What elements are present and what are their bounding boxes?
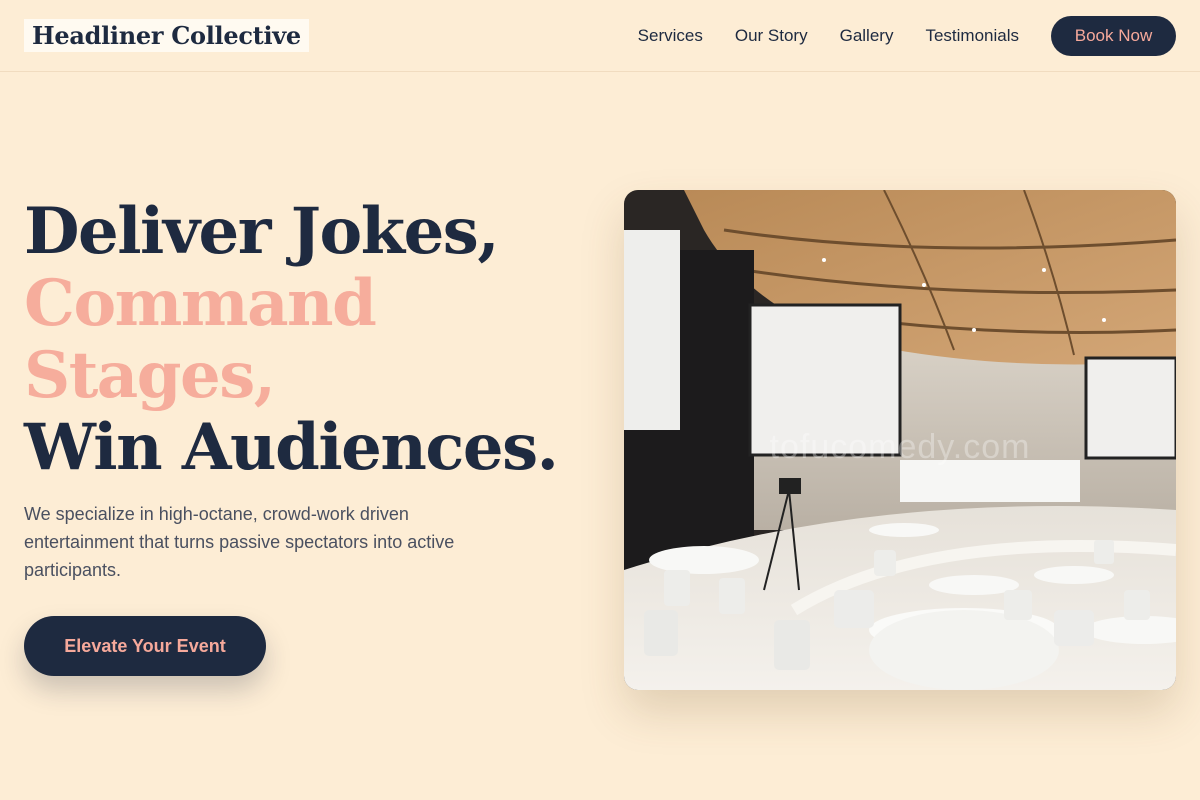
headline-line-1: Deliver Jokes, xyxy=(24,194,500,269)
image-watermark: tofucomedy.com xyxy=(769,428,1031,466)
elevate-event-button[interactable]: Elevate Your Event xyxy=(24,616,266,676)
nav-link-our-story[interactable]: Our Story xyxy=(735,26,808,46)
headline-line-2: Command xyxy=(24,266,377,341)
site-logo[interactable]: Headliner Collective xyxy=(24,19,309,52)
hero-headline: Deliver Jokes, Command Stages, Win Audie… xyxy=(24,196,584,484)
nav-link-testimonials[interactable]: Testimonials xyxy=(925,26,1019,46)
hero-subtext: We specialize in high-octane, crowd-work… xyxy=(24,504,455,580)
headline-line-4: Win Audiences. xyxy=(24,410,559,485)
book-now-button[interactable]: Book Now xyxy=(1051,15,1176,56)
main-nav: Services Our Story Gallery Testimonials … xyxy=(638,15,1176,56)
hero-image: tofucomedy.com xyxy=(624,190,1176,690)
hero-text: Deliver Jokes, Command Stages, Win Audie… xyxy=(24,196,584,676)
nav-link-gallery[interactable]: Gallery xyxy=(840,26,894,46)
site-header: Headliner Collective Services Our Story … xyxy=(0,0,1200,72)
nav-link-services[interactable]: Services xyxy=(638,26,703,46)
headline-line-3: Stages, xyxy=(24,338,276,413)
